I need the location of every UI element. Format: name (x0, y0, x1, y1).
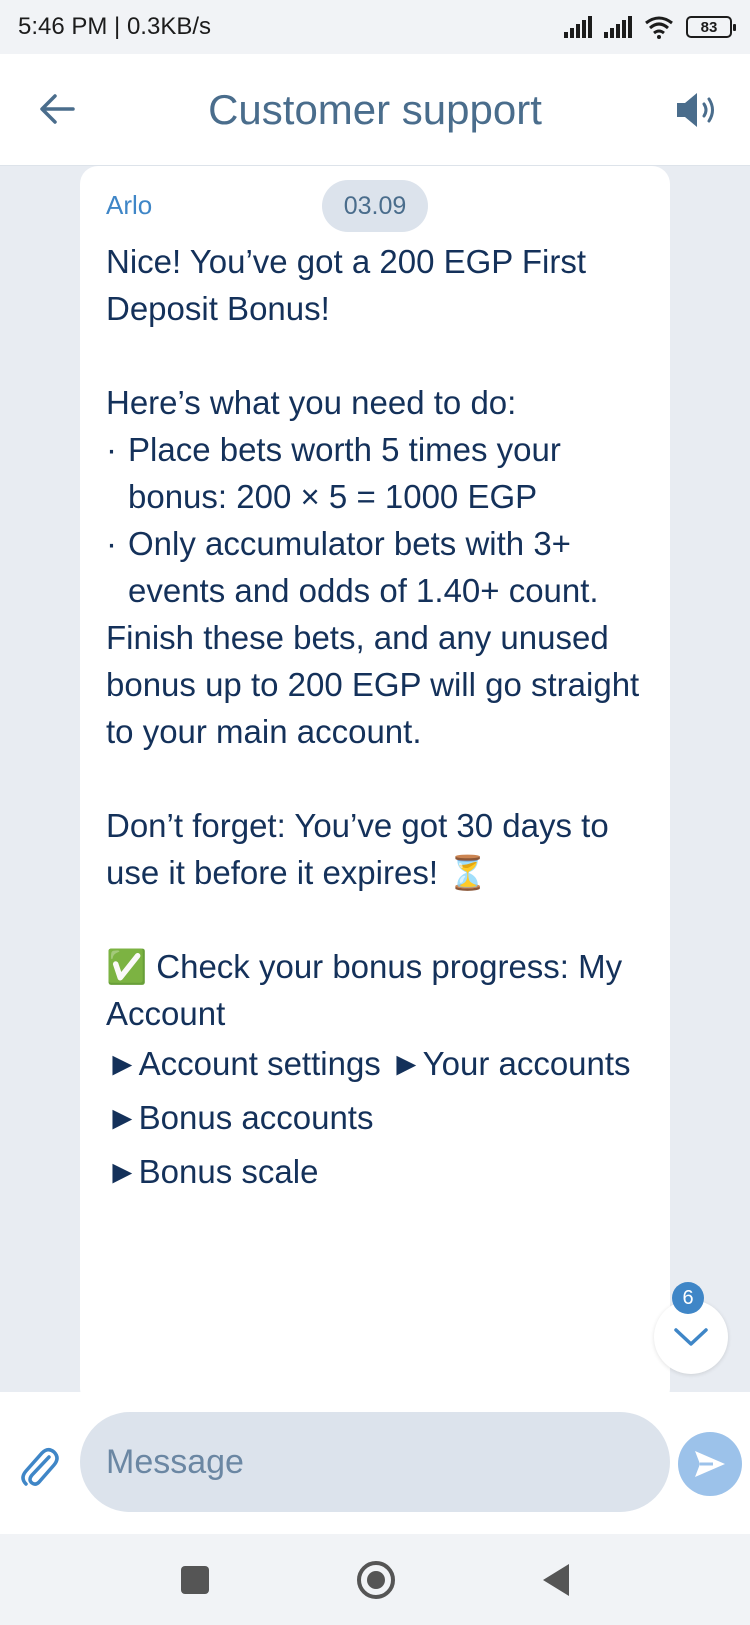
bullet-text: Only accumulator bets with 3+ events and… (128, 525, 599, 609)
message-line: ✅ Check your bonus progress: My Account (106, 948, 623, 1032)
bullet-text: Place bets worth 5 times your bonus: 200… (128, 431, 561, 515)
bullet-mark: · (106, 431, 117, 468)
bullet-item: · Only accumulator bets with 3+ events a… (106, 520, 651, 614)
signal-icon-2 (604, 16, 632, 38)
bullet-item: · Place bets worth 5 times your bonus: 2… (106, 426, 651, 520)
recents-button[interactable] (181, 1565, 209, 1594)
send-icon (695, 1451, 725, 1477)
message-line: Here’s what you need to do: (106, 384, 517, 421)
message-line: ►Account settings ►Your accounts ►Bonus … (106, 1045, 631, 1136)
message-bubble[interactable]: Arlo 03.09 Nice! You’ve got a 200 EGP Fi… (80, 166, 670, 1392)
speaker-icon (677, 93, 714, 127)
paperclip-icon (21, 1448, 59, 1486)
send-button[interactable] (678, 1432, 742, 1496)
chevron-down-icon (674, 1328, 708, 1346)
attach-button[interactable] (14, 1442, 64, 1492)
date-chip: 03.09 (322, 180, 428, 232)
battery-icon: 83 (686, 16, 736, 38)
sender-name[interactable]: Arlo (106, 190, 152, 221)
message-composer (0, 1392, 750, 1534)
page-title: Customer support (208, 86, 542, 133)
chat-header: Customer support (0, 54, 750, 166)
system-nav-bar (0, 1534, 750, 1625)
status-bar: 5:46 PM | 0.3KB/s 83 (0, 0, 750, 54)
system-back-button[interactable] (543, 1563, 569, 1596)
chat-area[interactable]: Arlo 03.09 Nice! You’ve got a 200 EGP Fi… (0, 166, 750, 1392)
message-line: Don’t forget: You’ve got 30 days to use … (106, 807, 609, 891)
status-icons: 83 (564, 15, 736, 39)
sound-button[interactable] (670, 84, 726, 136)
unread-badge: 6 (672, 1282, 704, 1314)
status-time-speed: 5:46 PM | 0.3KB/s (18, 13, 211, 40)
message-input[interactable] (80, 1412, 670, 1512)
message-line: Nice! You’ve got a 200 EGP First Deposit… (106, 243, 586, 327)
wifi-icon (645, 16, 673, 39)
message-line: ►Bonus scale (106, 1153, 319, 1190)
message-line: Finish these bets, and any unused bonus … (106, 619, 640, 750)
bullet-mark: · (106, 525, 117, 562)
signal-icon (564, 16, 592, 38)
message-text: Nice! You’ve got a 200 EGP First Deposit… (106, 238, 651, 1199)
home-button[interactable] (357, 1560, 395, 1599)
